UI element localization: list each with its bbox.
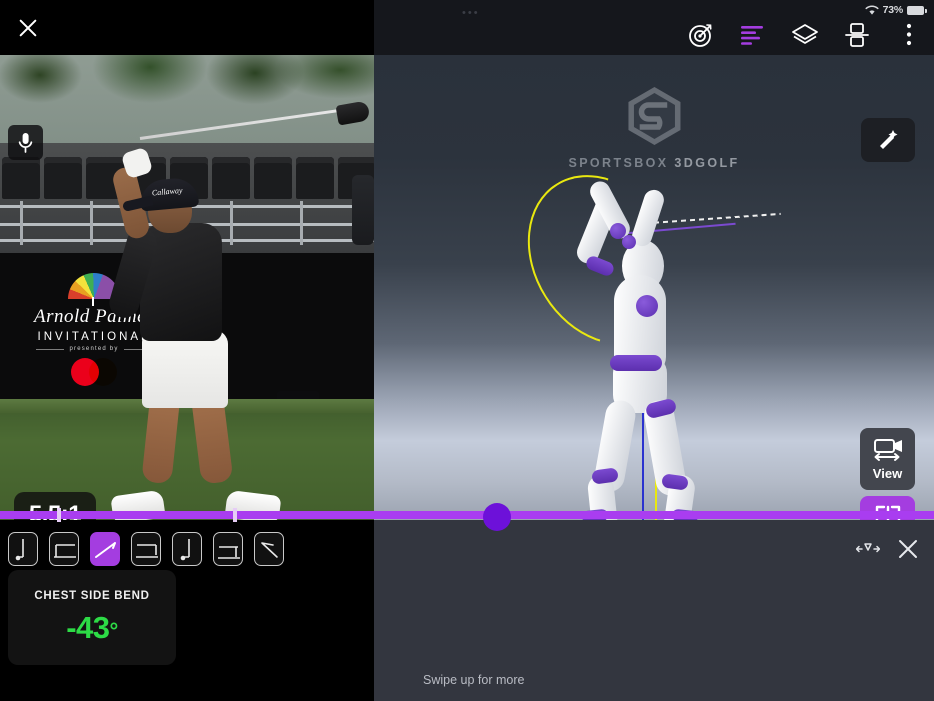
wifi-icon bbox=[865, 5, 879, 15]
close-icon[interactable] bbox=[896, 537, 920, 561]
joint-wrist bbox=[622, 235, 636, 249]
status-bar: ••• 73% bbox=[374, 0, 934, 20]
more-vertical-icon[interactable] bbox=[894, 20, 924, 50]
expand-arrows-icon[interactable] bbox=[856, 537, 880, 561]
layers-icon[interactable] bbox=[790, 20, 820, 50]
metric-value: -43° bbox=[66, 610, 118, 646]
band-torso bbox=[610, 355, 662, 371]
model-pane[interactable]: SPORTSBOX 3DGOLF View bbox=[374, 55, 934, 520]
frame-address[interactable] bbox=[8, 532, 38, 566]
frame-backswing[interactable] bbox=[90, 532, 120, 566]
golf-club-head bbox=[335, 100, 371, 126]
microphone-button[interactable] bbox=[8, 125, 43, 160]
bottom-right-panel: Swipe up for more bbox=[374, 520, 934, 701]
magic-pen-icon bbox=[880, 130, 898, 149]
joint-shoulder bbox=[636, 295, 658, 317]
timeline-scrubber[interactable] bbox=[0, 503, 934, 531]
golfer: Callaway bbox=[0, 55, 374, 520]
battery-icon bbox=[907, 5, 927, 15]
golfer-cap: Callaway bbox=[138, 176, 200, 212]
battery-percent: 73% bbox=[882, 4, 904, 16]
app-root: ••• 73% Arnold Palmer INVITATIONAL prese… bbox=[0, 0, 934, 701]
metric-unit: ° bbox=[109, 617, 119, 643]
metric-number: -43 bbox=[66, 609, 110, 645]
microphone-icon bbox=[18, 132, 33, 153]
scrubber-thumb[interactable] bbox=[483, 503, 511, 531]
frame-downswing[interactable] bbox=[172, 532, 202, 566]
scrubber-tick[interactable] bbox=[57, 508, 61, 522]
cap-brand-label: Callaway bbox=[151, 185, 183, 198]
top-bar-left bbox=[0, 0, 374, 55]
split-view-icon[interactable] bbox=[842, 20, 872, 50]
view-button[interactable]: View bbox=[860, 428, 915, 490]
camera-rotate-icon bbox=[873, 438, 902, 461]
golf-club-shaft bbox=[139, 105, 364, 140]
bars-icon[interactable] bbox=[738, 20, 768, 50]
annotate-button[interactable] bbox=[861, 118, 915, 162]
view-button-label: View bbox=[872, 465, 903, 481]
frame-selector bbox=[8, 532, 284, 566]
close-icon[interactable] bbox=[17, 17, 39, 39]
status-dots: ••• bbox=[462, 7, 480, 19]
metric-name: CHEST SIDE BEND bbox=[34, 589, 150, 602]
frame-follow-through[interactable] bbox=[254, 532, 284, 566]
frame-takeaway[interactable] bbox=[49, 532, 79, 566]
scrubber-tick[interactable] bbox=[233, 508, 237, 522]
panel-controls bbox=[856, 537, 920, 561]
frame-impact[interactable] bbox=[213, 532, 243, 566]
avatar-3d bbox=[374, 55, 934, 520]
golfer-shorts bbox=[142, 330, 228, 408]
target-icon[interactable] bbox=[686, 20, 716, 50]
video-pane[interactable]: Arnold Palmer INVITATIONAL presented by … bbox=[0, 55, 374, 520]
metric-card[interactable]: CHEST SIDE BEND -43° bbox=[8, 570, 176, 665]
scrubber-track[interactable] bbox=[0, 511, 934, 519]
swipe-hint: Swipe up for more bbox=[423, 673, 525, 687]
frame-top[interactable] bbox=[131, 532, 161, 566]
